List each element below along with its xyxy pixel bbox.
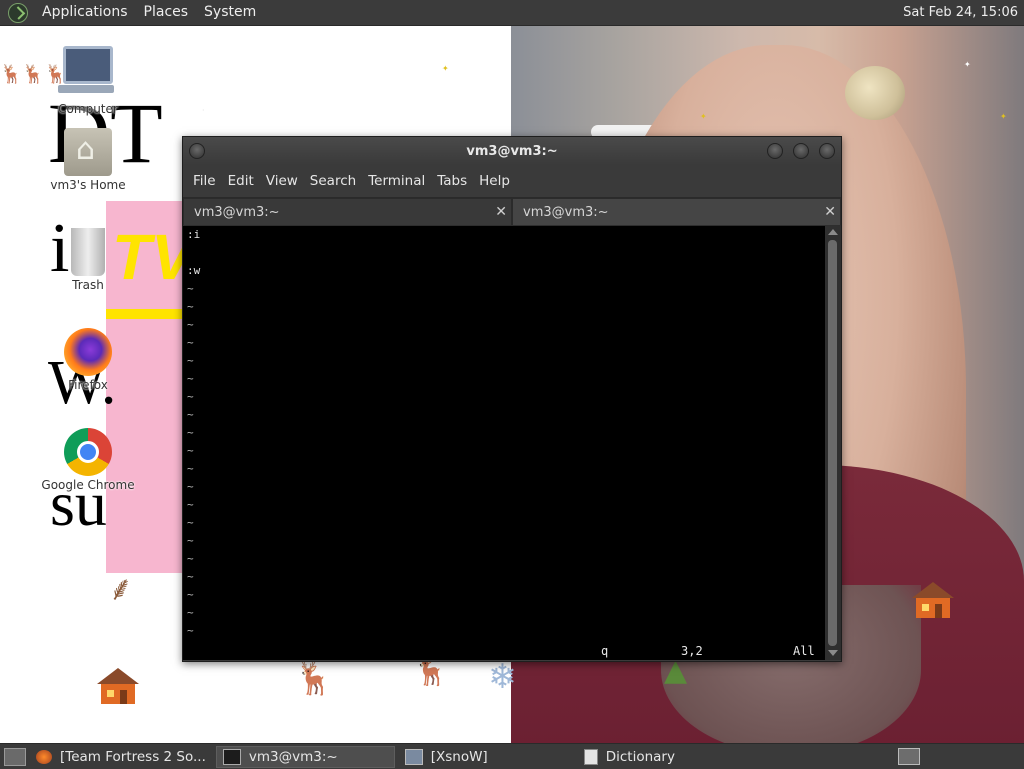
vim-empty-line: ~ (187, 426, 194, 439)
terminal-menubar: File Edit View Search Terminal Tabs Help (183, 165, 841, 197)
desktop-icon-label: Computer (58, 102, 118, 116)
firefox-icon (36, 749, 52, 764)
vim-empty-line: ~ (187, 408, 194, 421)
task-label: [XsnoW] (430, 748, 488, 765)
wallpaper-tv-underline (106, 309, 182, 319)
desktop-icon-label: Firefox (68, 378, 108, 392)
vim-empty-line: ~ (187, 588, 194, 601)
terminal-scrollbar[interactable] (825, 226, 841, 660)
taskbar-item-terminal[interactable]: vm3@vm3:~ (215, 745, 395, 768)
task-label: vm3@vm3:~ (248, 748, 338, 765)
menu-view[interactable]: View (266, 173, 308, 189)
desktop-icon-home[interactable]: vm3's Home (40, 128, 136, 192)
vim-scroll-position: All (793, 644, 815, 658)
house-icon (912, 582, 954, 620)
reindeer-icon: 🦌 (294, 659, 334, 697)
vim-empty-line: ~ (187, 516, 194, 529)
applications-menu[interactable]: Applications (34, 0, 136, 25)
menu-edit[interactable]: Edit (228, 173, 264, 189)
scroll-down-icon[interactable] (828, 650, 838, 656)
terminal-line: :w (187, 264, 201, 277)
bottom-taskbar: [Team Fortress 2 So... vm3@vm3:~ [XsnoW]… (0, 743, 1024, 769)
vim-empty-line: ~ (187, 570, 194, 583)
menu-search[interactable]: Search (310, 173, 366, 189)
window-icon (404, 748, 423, 765)
terminal-icon (222, 748, 241, 765)
computer-icon (58, 46, 114, 93)
chrome-icon (64, 428, 112, 476)
menu-terminal[interactable]: Terminal (368, 173, 435, 189)
vim-empty-line: ~ (187, 534, 194, 547)
scrollbar-thumb[interactable] (828, 240, 837, 646)
vim-empty-line: ~ (187, 444, 194, 457)
vim-empty-line: ~ (187, 354, 194, 367)
menu-file[interactable]: File (193, 173, 226, 189)
firefox-icon (64, 328, 112, 376)
taskbar-item-firefox[interactable]: [Team Fortress 2 So... (30, 746, 212, 768)
task-label: Dictionary (605, 748, 675, 765)
tab-1[interactable]: vm3@vm3:~ ✕ (183, 198, 512, 225)
taskbar-item-xsnow[interactable]: [XsnoW] (399, 746, 574, 768)
desktop-icon-chrome[interactable]: Google Chrome (40, 428, 136, 492)
tab-2[interactable]: vm3@vm3:~ ✕ (512, 198, 841, 225)
tab-label: vm3@vm3:~ (194, 205, 280, 220)
vim-empty-line: ~ (187, 372, 194, 385)
vim-empty-line: ~ (187, 390, 194, 403)
workspace-switcher[interactable] (898, 748, 920, 765)
desktop-icon-computer[interactable]: Computer (40, 46, 136, 116)
snowflake-icon: ✦ (700, 112, 707, 121)
menu-tabs[interactable]: Tabs (437, 173, 477, 189)
snowflake-icon: ✦ (1000, 112, 1007, 121)
vim-empty-line: ~ (187, 498, 194, 511)
terminal-window[interactable]: vm3@vm3:~ File Edit View Search Terminal… (182, 136, 842, 662)
vim-empty-line: ~ (187, 624, 194, 637)
places-menu[interactable]: Places (136, 0, 197, 25)
minimize-button[interactable] (767, 143, 783, 159)
scroll-up-icon[interactable] (828, 229, 838, 235)
window-title: vm3@vm3:~ (466, 144, 558, 159)
snowflake-icon: ✦ (442, 64, 449, 73)
terminal-output[interactable]: :i :w ~ ~ ~ ~ ~ ~ ~ ~ ~ ~ ~ ~ ~ ~ ~ ~ ~ … (183, 226, 825, 660)
vim-empty-line: ~ (187, 318, 194, 331)
close-tab-icon[interactable]: ✕ (495, 199, 507, 226)
snowflake-icon: ✦ (964, 60, 971, 69)
desktop-icon-trash[interactable]: Trash (40, 228, 136, 292)
top-panel: Applications Places System Sat Feb 24, 1… (0, 0, 1024, 26)
vim-empty-line: ~ (187, 606, 194, 619)
desktop-icon-label: vm3's Home (50, 178, 126, 192)
task-label: [Team Fortress 2 So... (60, 748, 206, 765)
vim-cursor-position: 3,2 (681, 644, 703, 658)
vim-pending-command: q (601, 644, 609, 658)
vim-empty-line: ~ (187, 336, 194, 349)
desktop-icon-firefox[interactable]: Firefox (40, 328, 136, 392)
snowy-tree-icon: ❄ (488, 657, 517, 697)
house-icon (97, 668, 139, 706)
close-button[interactable] (819, 143, 835, 159)
tab-label: vm3@vm3:~ (523, 205, 609, 220)
distro-menu-icon[interactable] (8, 2, 28, 23)
vim-empty-line: ~ (187, 300, 194, 313)
menu-help[interactable]: Help (479, 173, 520, 189)
trash-icon (71, 228, 105, 276)
desktop-icon-label: Google Chrome (41, 478, 135, 492)
vim-empty-line: ~ (187, 552, 194, 565)
terminal-line: :i (187, 228, 201, 241)
dictionary-icon (583, 748, 598, 765)
close-tab-icon[interactable]: ✕ (824, 199, 836, 226)
vim-empty-line: ~ (187, 282, 194, 295)
maximize-button[interactable] (793, 143, 809, 159)
clock[interactable]: Sat Feb 24, 15:06 (903, 5, 1018, 20)
home-folder-icon (64, 128, 112, 176)
tab-bar: vm3@vm3:~ ✕ vm3@vm3:~ ✕ (183, 197, 841, 226)
moon-icon (845, 66, 905, 120)
snowflake-icon: · (202, 106, 205, 115)
tree-icon: ⸙ (108, 569, 134, 609)
window-titlebar[interactable]: vm3@vm3:~ (183, 137, 841, 165)
desktop-icon-label: Trash (72, 278, 104, 292)
vim-empty-line: ~ (187, 480, 194, 493)
vim-empty-line: ~ (187, 462, 194, 475)
show-desktop-icon[interactable] (4, 747, 26, 766)
system-menu[interactable]: System (196, 0, 264, 25)
taskbar-item-dictionary[interactable]: Dictionary (578, 746, 681, 768)
